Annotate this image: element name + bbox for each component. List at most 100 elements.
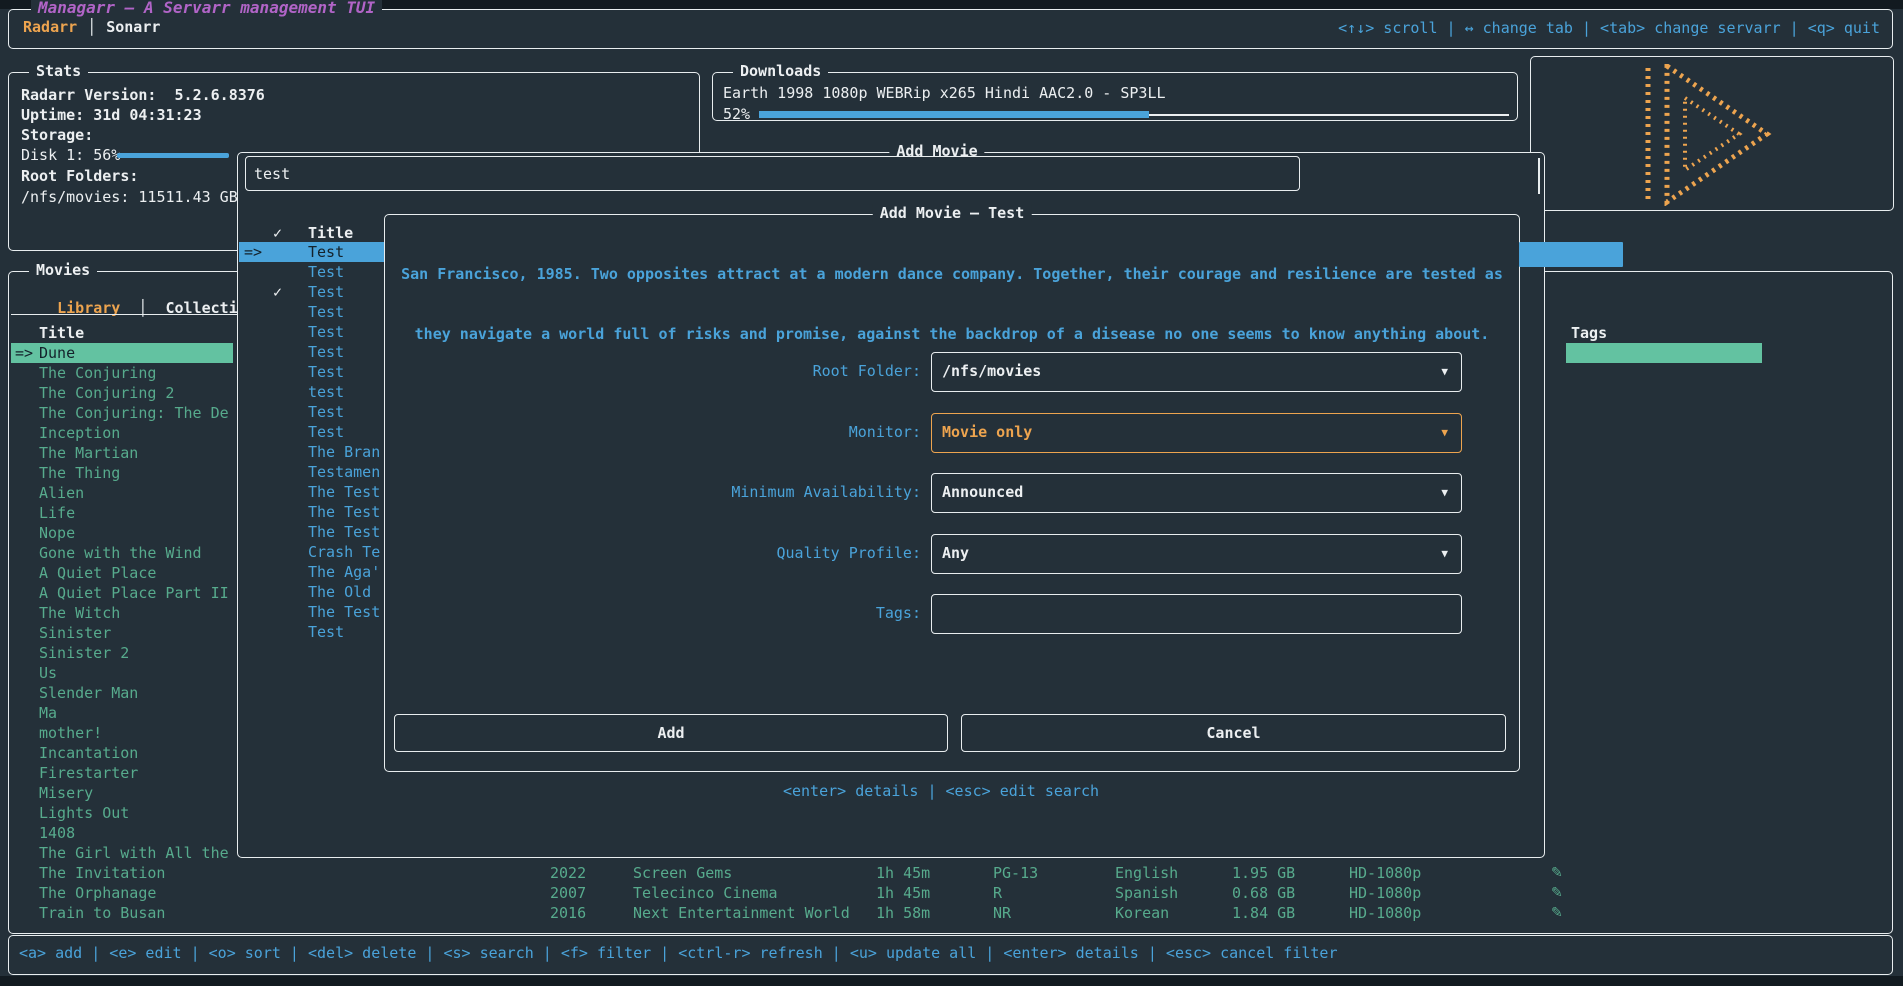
managarr-play-logo bbox=[1641, 64, 1773, 206]
movie-quality: HD-1080p bbox=[1349, 903, 1421, 923]
disk-usage-label: Disk 1: 56% bbox=[21, 146, 120, 164]
cancel-button[interactable]: Cancel bbox=[961, 714, 1506, 752]
download-progress-fill bbox=[759, 111, 1149, 118]
movie-year: 2007 bbox=[550, 883, 586, 903]
movie-studio: Screen Gems bbox=[633, 863, 732, 883]
movie-language: Spanish bbox=[1115, 883, 1178, 903]
result-title: Test bbox=[308, 262, 344, 282]
quality-profile-select[interactable]: Any▼ bbox=[931, 534, 1462, 574]
search-result-row[interactable]: Test bbox=[239, 262, 384, 282]
field-label: Tags: bbox=[525, 604, 921, 622]
movie-title: Alien bbox=[39, 483, 235, 503]
movie-title: The Thing bbox=[39, 463, 235, 483]
movie-rating: PG-13 bbox=[993, 863, 1038, 883]
result-title: The Test bbox=[308, 502, 380, 522]
movie-title: Dune bbox=[39, 343, 235, 363]
edit-pencil-icon[interactable]: ✎ bbox=[1551, 883, 1563, 903]
selected-row-tags-cell bbox=[1566, 343, 1762, 363]
column-header-tags: Tags bbox=[1571, 324, 1607, 342]
search-result-row[interactable]: Test bbox=[239, 422, 384, 442]
downloads-panel: Downloads Earth 1998 1080p WEBRip x265 H… bbox=[712, 72, 1518, 121]
movie-language: English bbox=[1115, 863, 1178, 883]
movie-title: The Orphanage bbox=[39, 883, 235, 903]
root-folders-label: Root Folders: bbox=[21, 167, 138, 185]
search-result-row[interactable]: test bbox=[239, 382, 384, 402]
movie-title: The Conjuring: The De bbox=[39, 403, 235, 423]
table-row[interactable]: The Orphanage2007Telecinco Cinema1h 45mR… bbox=[11, 883, 1889, 903]
movie-title: Lights Out bbox=[39, 803, 235, 823]
monitor-select[interactable]: Movie only ▼ bbox=[931, 413, 1462, 453]
chevron-down-icon: ▼ bbox=[1441, 426, 1448, 439]
field-value: Any bbox=[942, 544, 969, 562]
tab-separator: │ bbox=[87, 18, 96, 36]
movie-title: A Quiet Place Part II bbox=[39, 583, 235, 603]
add-button[interactable]: Add bbox=[394, 714, 948, 752]
result-title: Testamen bbox=[308, 462, 380, 482]
field-value: Movie only bbox=[942, 423, 1032, 441]
search-result-row[interactable]: ✓Test bbox=[239, 282, 384, 302]
movie-studio: Telecinco Cinema bbox=[633, 883, 778, 903]
results-scrollbar-thumb[interactable] bbox=[1519, 242, 1623, 267]
tab-sonarr[interactable]: Sonarr bbox=[106, 18, 160, 36]
movie-title: The Conjuring bbox=[39, 363, 235, 383]
search-result-row[interactable]: The Test bbox=[239, 602, 384, 622]
chevron-down-icon: ▼ bbox=[1441, 486, 1448, 499]
search-result-row[interactable]: The Test bbox=[239, 502, 384, 522]
movie-search-box bbox=[245, 156, 1300, 191]
search-result-row[interactable]: Test bbox=[239, 322, 384, 342]
search-result-row[interactable]: Test bbox=[239, 622, 384, 642]
tab-radarr[interactable]: Radarr bbox=[23, 18, 77, 36]
movies-title: Movies bbox=[29, 261, 97, 279]
result-title: Test bbox=[308, 342, 344, 362]
monitored-check-icon: ✓ bbox=[273, 224, 282, 242]
search-result-row[interactable]: The Test bbox=[239, 482, 384, 502]
search-result-row[interactable]: Test bbox=[239, 342, 384, 362]
movie-title: Gone with the Wind bbox=[39, 543, 235, 563]
results-scrollbar-track bbox=[1538, 158, 1540, 194]
movie-title: Misery bbox=[39, 783, 235, 803]
movie-title: The Witch bbox=[39, 603, 235, 623]
search-result-row[interactable]: Crash Te bbox=[239, 542, 384, 562]
field-label: Root Folder: bbox=[525, 362, 921, 380]
movie-studio: Next Entertainment World bbox=[633, 903, 850, 923]
top-bar: Managarr — A Servarr management TUI Rada… bbox=[8, 9, 1893, 49]
field-label: Quality Profile: bbox=[525, 544, 921, 562]
movie-year: 2022 bbox=[550, 863, 586, 883]
uptime: Uptime: 31d 04:31:23 bbox=[21, 106, 202, 124]
movie-title: Inception bbox=[39, 423, 235, 443]
result-title: Test bbox=[308, 422, 344, 442]
search-result-row[interactable]: Test bbox=[239, 362, 384, 382]
search-result-row[interactable]: The Test bbox=[239, 522, 384, 542]
movie-quality: HD-1080p bbox=[1349, 883, 1421, 903]
root-folder-select[interactable]: /nfs/movies▼ bbox=[931, 352, 1462, 392]
edit-pencil-icon[interactable]: ✎ bbox=[1551, 863, 1563, 883]
movie-rating: R bbox=[993, 883, 1002, 903]
result-title: Test bbox=[308, 282, 344, 302]
movie-title: The Girl with All the bbox=[39, 843, 235, 863]
movie-runtime: 1h 45m bbox=[876, 863, 930, 883]
global-keybinds: <↑↓> scroll | ↔ change tab | <tab> chang… bbox=[1338, 19, 1880, 37]
search-result-row[interactable]: Testamen bbox=[239, 462, 384, 482]
result-title: Test bbox=[308, 322, 344, 342]
movie-search-input[interactable] bbox=[246, 157, 1299, 190]
result-title: The Test bbox=[308, 602, 380, 622]
selection-arrow-icon: => bbox=[244, 242, 262, 262]
search-result-row[interactable]: Test bbox=[239, 302, 384, 322]
search-result-row[interactable]: Test bbox=[239, 402, 384, 422]
search-result-row[interactable]: The Aga' bbox=[239, 562, 384, 582]
table-keybinds: <a> add | <e> edit | <o> sort | <del> de… bbox=[19, 944, 1338, 962]
movie-title: A Quiet Place bbox=[39, 563, 235, 583]
download-percent: 52% bbox=[723, 105, 750, 123]
table-row[interactable]: The Invitation2022Screen Gems1h 45mPG-13… bbox=[11, 863, 1889, 883]
edit-pencil-icon[interactable]: ✎ bbox=[1551, 903, 1563, 923]
add-movie-details-modal: Add Movie — Test San Francisco, 1985. Tw… bbox=[384, 214, 1520, 772]
table-row[interactable]: Train to Busan2016Next Entertainment Wor… bbox=[11, 903, 1889, 923]
download-item-name: Earth 1998 1080p WEBRip x265 Hindi AAC2.… bbox=[723, 84, 1166, 102]
minimum-availability-select[interactable]: Announced▼ bbox=[931, 473, 1462, 513]
results-header: ✓ Title bbox=[239, 224, 384, 242]
tags-input[interactable] bbox=[931, 594, 1462, 634]
search-result-row[interactable]: The Bran bbox=[239, 442, 384, 462]
search-result-row[interactable]: =>Test bbox=[239, 242, 384, 262]
screen-edge-bottom bbox=[0, 976, 1903, 986]
search-result-row[interactable]: The Old bbox=[239, 582, 384, 602]
